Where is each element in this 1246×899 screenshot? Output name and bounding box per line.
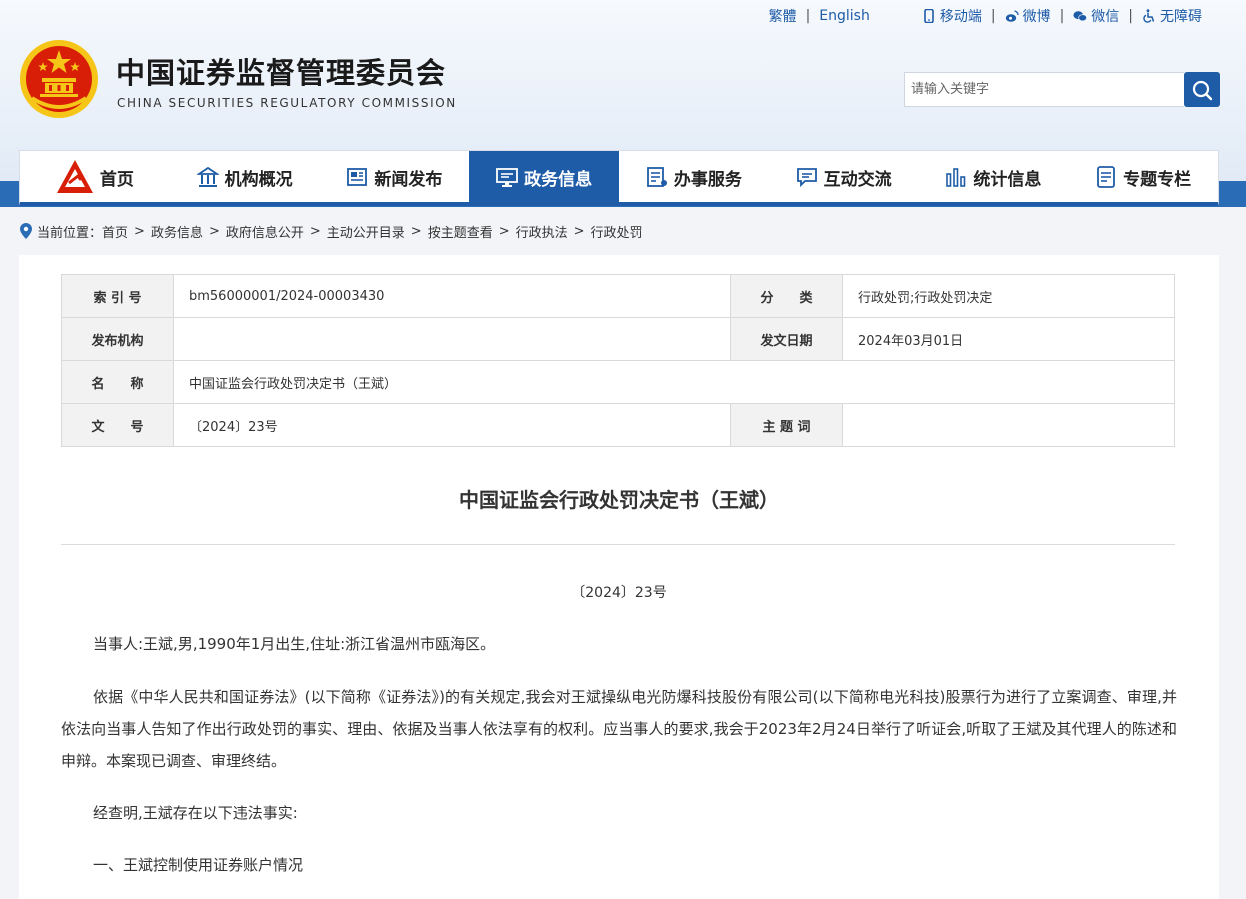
paragraph: 依据《中华人民共和国证券法》(以下简称《证券法》)的有关规定,我会对王斌操纵电光… bbox=[61, 688, 1177, 770]
date-label: 发文日期 bbox=[730, 317, 843, 361]
breadcrumb-item[interactable]: 主动公开目录 bbox=[327, 222, 405, 241]
nav-item-government-info[interactable]: 政务信息 bbox=[469, 151, 619, 203]
index-value: bm56000001/2024-00003430 bbox=[173, 274, 731, 318]
wheelchair-icon bbox=[1143, 9, 1155, 23]
date-value: 2024年03月01日 bbox=[842, 317, 1175, 361]
wechat-link[interactable]: 微信 bbox=[1073, 6, 1119, 26]
traditional-chinese-link[interactable]: 繁體 bbox=[769, 6, 797, 26]
national-emblem-logo[interactable] bbox=[18, 38, 100, 120]
site-title-en: CHINA SECURITIES REGULATORY COMMISSION bbox=[117, 96, 457, 110]
wechat-link-label: 微信 bbox=[1091, 9, 1120, 25]
nav-item-home-label: 首页 bbox=[99, 169, 134, 190]
table-row: 名 称 中国证监会行政处罚决定书（王斌） bbox=[61, 360, 1175, 404]
english-link[interactable]: English bbox=[819, 8, 870, 24]
name-value: 中国证监会行政处罚决定书（王斌） bbox=[173, 360, 1175, 404]
newspaper-icon bbox=[347, 168, 368, 186]
breadcrumb-separator: > bbox=[208, 223, 220, 239]
content-panel: 索 引 号 bm56000001/2024-00003430 分 类 行政处罚;… bbox=[19, 255, 1219, 899]
separator: | bbox=[1128, 8, 1133, 24]
search-input[interactable] bbox=[904, 72, 1184, 107]
paragraph: 一、王斌控制使用证券账户情况 bbox=[93, 856, 304, 874]
service-list-icon bbox=[646, 167, 667, 187]
nav-item-special-topics-label: 专题专栏 bbox=[1123, 169, 1192, 190]
breadcrumb-item[interactable]: 政府信息公开 bbox=[226, 222, 304, 241]
document-number: 〔2024〕23号 bbox=[571, 585, 667, 601]
keywords-value bbox=[842, 403, 1175, 447]
document-title: 中国证监会行政处罚决定书（王斌） bbox=[459, 488, 779, 512]
bar-chart-icon bbox=[946, 168, 966, 187]
site-title-cn: 中国证券监督管理委员会 bbox=[116, 56, 447, 90]
nav-item-about-label: 机构概况 bbox=[224, 169, 293, 190]
nav-item-interaction[interactable]: 互动交流 bbox=[769, 151, 919, 203]
search-button[interactable] bbox=[1184, 72, 1220, 107]
nav-item-special-topics[interactable]: 专题专栏 bbox=[1068, 151, 1218, 203]
breadcrumb-item[interactable]: 首页 bbox=[102, 222, 128, 241]
table-row: 索 引 号 bm56000001/2024-00003430 分 类 行政处罚;… bbox=[61, 274, 1175, 318]
document-metadata-table: 索 引 号 bm56000001/2024-00003430 分 类 行政处罚;… bbox=[61, 274, 1175, 447]
mobile-link-label: 移动端 bbox=[939, 9, 982, 25]
nav-item-interaction-label: 互动交流 bbox=[823, 169, 892, 190]
docno-label: 文 号 bbox=[61, 403, 174, 447]
breadcrumb-separator: > bbox=[309, 223, 321, 239]
keywords-label: 主 题 词 bbox=[730, 403, 843, 447]
divider bbox=[61, 544, 1175, 545]
nav-item-home[interactable]: 首页 bbox=[20, 151, 170, 203]
nav-item-services[interactable]: 办事服务 bbox=[619, 151, 769, 203]
nav-item-statistics-label: 统计信息 bbox=[973, 169, 1042, 190]
breadcrumb-item[interactable]: 按主题查看 bbox=[428, 222, 493, 241]
publisher-value bbox=[173, 317, 731, 361]
breadcrumb-item[interactable]: 政务信息 bbox=[151, 222, 203, 241]
building-icon bbox=[196, 166, 219, 187]
nav-item-news[interactable]: 新闻发布 bbox=[320, 151, 470, 203]
search-box bbox=[904, 72, 1220, 107]
chat-icon bbox=[796, 168, 817, 188]
breadcrumb-separator: > bbox=[410, 223, 422, 239]
nav-item-statistics[interactable]: 统计信息 bbox=[919, 151, 1069, 203]
index-label: 索 引 号 bbox=[61, 274, 174, 318]
nav-item-government-info-label: 政务信息 bbox=[524, 169, 593, 190]
nav-item-news-label: 新闻发布 bbox=[374, 169, 443, 190]
breadcrumb-prefix: 当前位置： bbox=[37, 225, 103, 241]
mobile-phone-icon bbox=[924, 9, 934, 23]
breadcrumb: 当前位置： 首页 > 政务信息 > 政府信息公开 > 主动公开目录 > 按主题查… bbox=[20, 221, 643, 241]
category-value: 行政处罚;行政处罚决定 bbox=[842, 274, 1175, 318]
top-links-bar: 繁體 | English 移动端 | 微博 | 微信 | 无障碍 bbox=[769, 6, 1202, 26]
paragraph: 当事人:王斌,男,1990年1月出生,住址:浙江省温州市瓯海区。 bbox=[93, 635, 496, 653]
docno-value: 〔2024〕23号 bbox=[173, 403, 731, 447]
monitor-icon bbox=[496, 168, 519, 187]
publisher-label: 发布机构 bbox=[61, 317, 174, 361]
nav-item-about[interactable]: 机构概况 bbox=[170, 151, 320, 203]
breadcrumb-separator: > bbox=[498, 223, 510, 239]
category-label: 分 类 bbox=[730, 274, 843, 318]
main-nav: 首页 机构概况 新闻发布 政务信息 办事服务 互动交流 统计信息 专题专栏 bbox=[19, 150, 1219, 206]
separator: | bbox=[805, 8, 811, 24]
mobile-link[interactable]: 移动端 bbox=[922, 6, 982, 26]
breadcrumb-separator: > bbox=[134, 223, 145, 239]
table-row: 发布机构 发文日期 2024年03月01日 bbox=[61, 317, 1175, 361]
accessibility-link-label: 无障碍 bbox=[1160, 9, 1202, 25]
csrc-logo-icon bbox=[56, 160, 93, 193]
weibo-icon bbox=[1005, 10, 1019, 22]
weibo-link-label: 微博 bbox=[1022, 9, 1051, 25]
location-pin-icon bbox=[20, 223, 32, 239]
accessibility-link[interactable]: 无障碍 bbox=[1142, 6, 1202, 26]
name-label: 名 称 bbox=[61, 360, 174, 404]
weibo-link[interactable]: 微博 bbox=[1005, 6, 1051, 26]
wechat-icon bbox=[1073, 11, 1088, 22]
breadcrumb-item[interactable]: 行政执法 bbox=[516, 222, 568, 241]
breadcrumb-item[interactable]: 行政处罚 bbox=[591, 222, 643, 241]
search-icon bbox=[1192, 80, 1213, 100]
breadcrumb-separator: > bbox=[573, 223, 585, 239]
separator: | bbox=[990, 8, 996, 24]
table-row: 文 号 〔2024〕23号 主 题 词 bbox=[61, 403, 1175, 447]
nav-item-services-label: 办事服务 bbox=[673, 169, 742, 190]
document-icon bbox=[1097, 166, 1116, 188]
paragraph: 经查明,王斌存在以下违法事实: bbox=[93, 804, 298, 822]
separator: | bbox=[1059, 8, 1065, 24]
